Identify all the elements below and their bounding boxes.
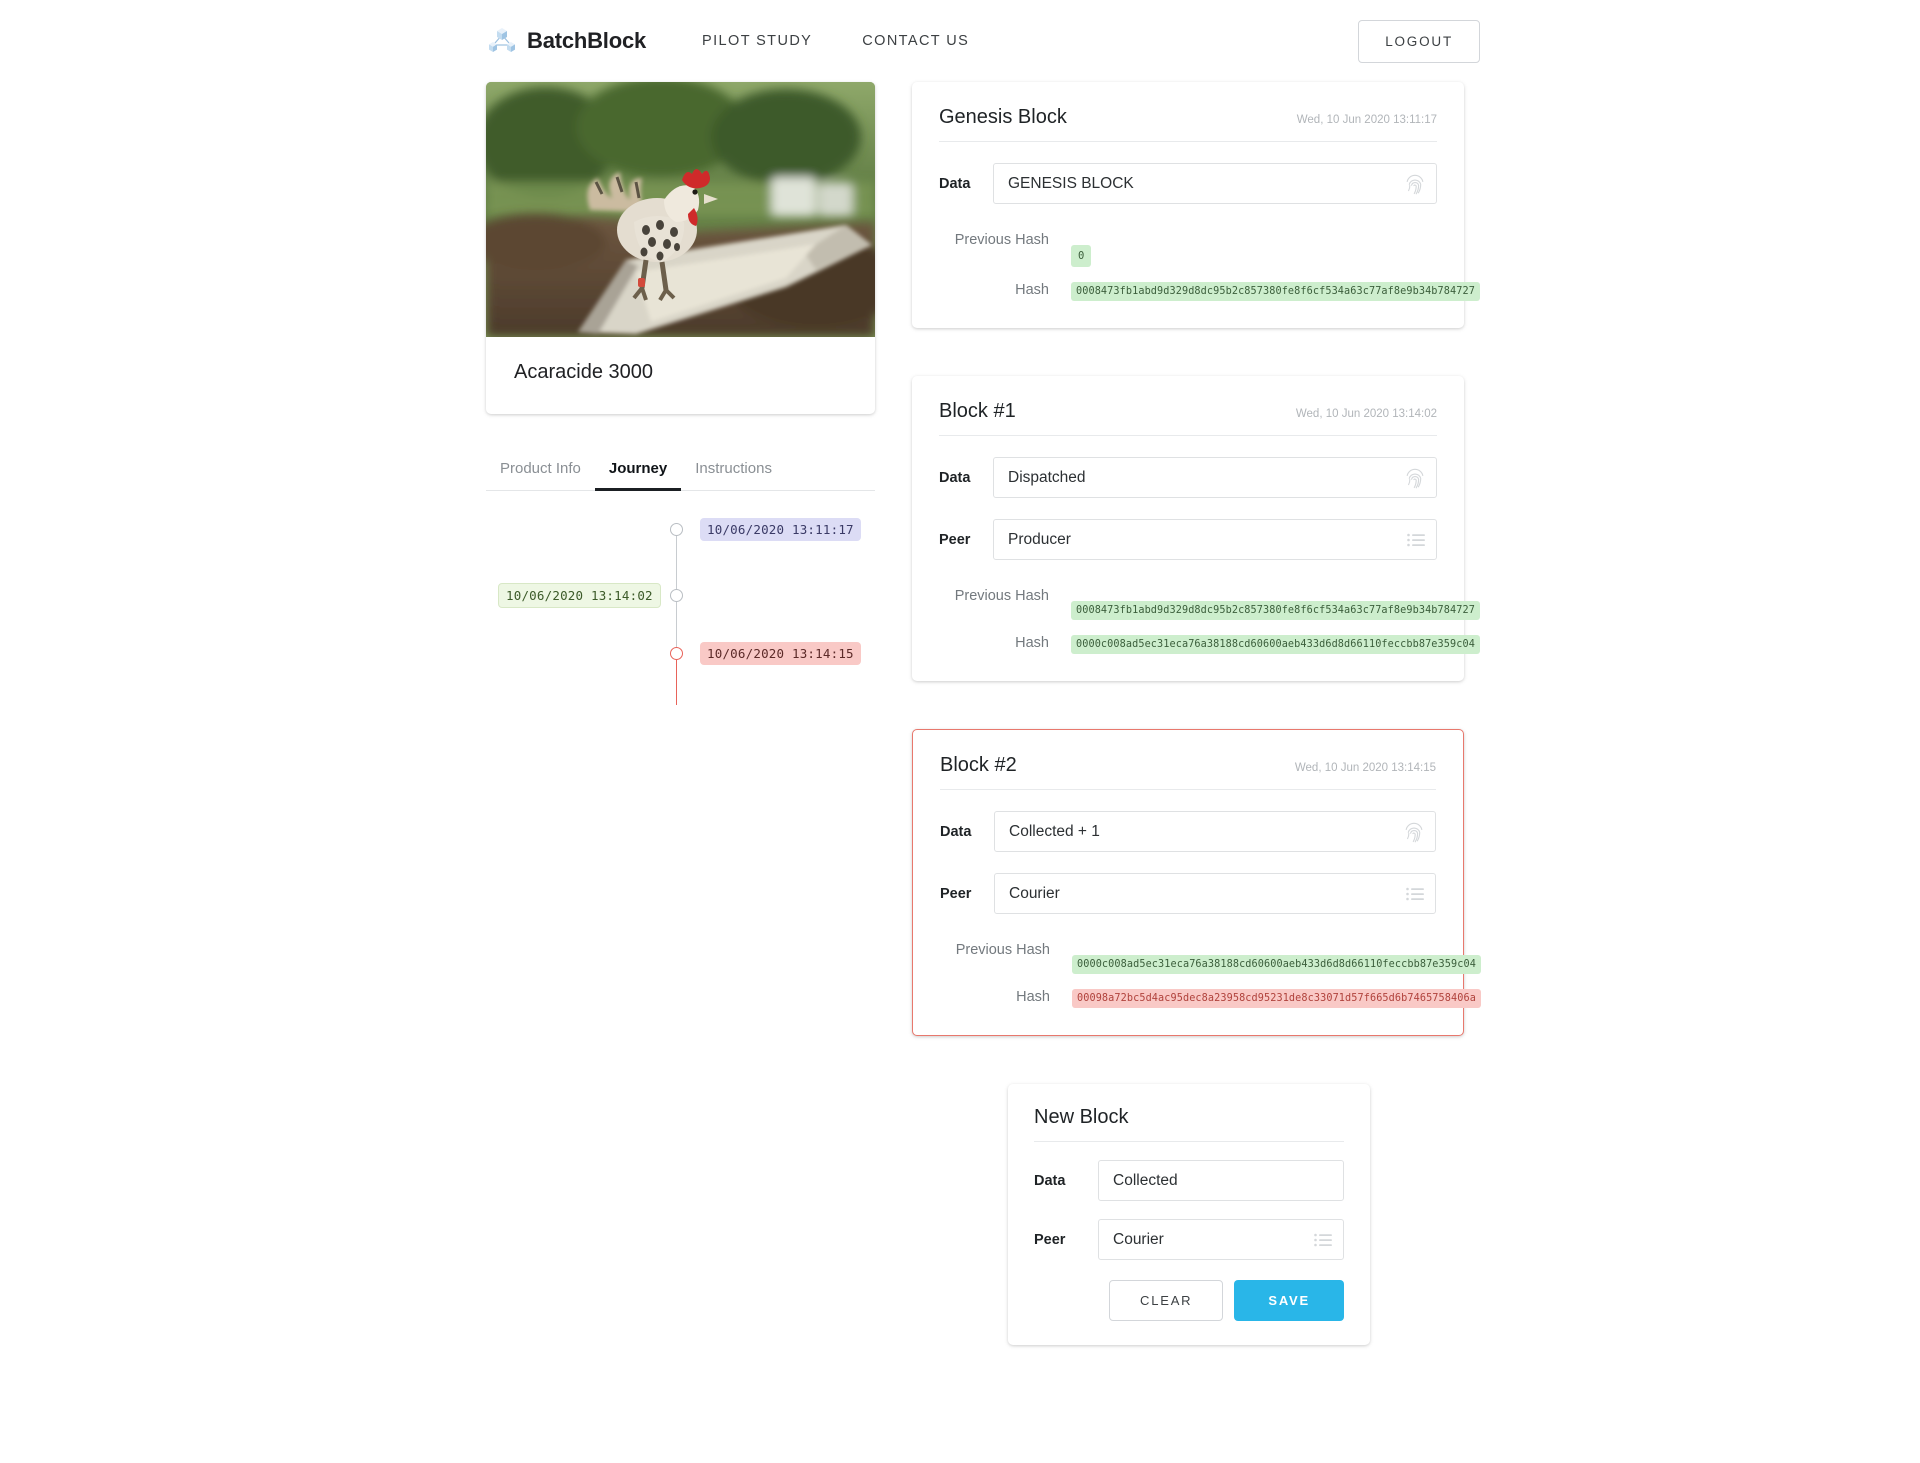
previous-hash-label: Previous Hash (954, 232, 1049, 248)
page-body: Acaracide 3000 Product Info Journey Inst… (0, 82, 1920, 1345)
peer-field-label: Peer (940, 885, 972, 902)
timeline-node-1[interactable] (670, 523, 683, 536)
data-input[interactable]: Dispatched (993, 457, 1437, 498)
new-block-data-value: Collected (1113, 1171, 1178, 1189)
data-input[interactable]: Collected + 1 (994, 811, 1436, 852)
data-field-label: Data (939, 175, 971, 192)
new-block-section: New Block Data Collected Peer Courier CL… (0, 1084, 1920, 1345)
data-field-label: Data (940, 823, 972, 840)
block-card-1: Block #1 Wed, 10 Jun 2020 13:14:02 Data … (912, 376, 1480, 681)
hash-row: Hash 00098a72bc5d4ac95dec8a23958cd95231d… (940, 988, 1481, 1008)
timeline-axis-invalid (676, 653, 677, 705)
new-block-data-label: Data (1034, 1172, 1066, 1189)
previous-hash-value: 0000c008ad5ec31eca76a38188cd60600aeb433d… (1072, 955, 1481, 974)
fingerprint-icon (1405, 466, 1425, 490)
hash-label: Hash (1015, 282, 1049, 298)
block-header: Genesis Block Wed, 10 Jun 2020 13:11:17 (939, 106, 1437, 142)
data-input[interactable]: GENESIS BLOCK (993, 163, 1437, 204)
peer-select-value: Courier (1009, 884, 1060, 902)
new-block-card: New Block Data Collected Peer Courier CL… (1008, 1084, 1370, 1345)
timeline-node-3[interactable] (670, 647, 683, 660)
new-block-title: New Block (1034, 1106, 1344, 1142)
hash-value: 0008473fb1abd9d329d8dc95b2c857380fe8f6cf… (1071, 282, 1480, 301)
previous-hash-value: 0008473fb1abd9d329d8dc95b2c857380fe8f6cf… (1071, 601, 1480, 620)
clear-button[interactable]: CLEAR (1109, 1280, 1224, 1321)
previous-hash-value: 0 (1071, 245, 1092, 267)
peer-select-value: Producer (1008, 530, 1071, 548)
list-icon (1314, 1233, 1332, 1247)
previous-hash-row: Previous Hash 0008473fb1abd9d329d8dc95b2… (939, 586, 1480, 620)
block-timestamp: Wed, 10 Jun 2020 13:11:17 (1296, 114, 1437, 126)
data-field-label: Data (939, 469, 971, 486)
product-tabs: Product Info Journey Instructions (486, 450, 875, 491)
tab-journey[interactable]: Journey (594, 450, 682, 491)
product-card: Acaracide 3000 (486, 82, 875, 414)
peer-select[interactable]: Courier (994, 873, 1436, 914)
brand-name: BatchBlock (527, 28, 647, 53)
previous-hash-row: Previous Hash 0000c008ad5ec31eca76a38188… (940, 940, 1481, 974)
timeline-event-3-label: 10/06/2020 13:14:15 (700, 642, 861, 665)
journey-timeline: 10/06/2020 13:11:17 10/06/2020 13:14:02 … (486, 518, 875, 719)
data-input-value: GENESIS BLOCK (1008, 174, 1134, 192)
block-title: Genesis Block (939, 106, 1067, 128)
timeline-node-2[interactable] (670, 589, 683, 602)
hash-row: Hash 0000c008ad5ec31eca76a38188cd60600ae… (939, 634, 1480, 654)
data-field-row: Data Collected + 1 (940, 811, 1436, 852)
nav-link-contact-us[interactable]: CONTACT US (862, 33, 969, 49)
logout-button[interactable]: LOGOUT (1358, 19, 1480, 63)
new-block-peer-select[interactable]: Courier (1098, 1219, 1344, 1260)
block-timestamp: Wed, 10 Jun 2020 13:14:15 (1294, 762, 1436, 774)
block-card-2: Block #2 Wed, 10 Jun 2020 13:14:15 Data … (912, 729, 1481, 1036)
block-header: Block #1 Wed, 10 Jun 2020 13:14:02 (939, 400, 1437, 436)
peer-field-label: Peer (939, 531, 971, 548)
data-field-row: Data GENESIS BLOCK (939, 163, 1437, 204)
tab-instructions[interactable]: Instructions (681, 450, 786, 491)
hash-value: 00098a72bc5d4ac95dec8a23958cd95231de8c33… (1072, 989, 1481, 1008)
block-timestamp: Wed, 10 Jun 2020 13:14:02 (1295, 408, 1437, 420)
top-navigation-bar: BatchBlock PILOT STUDY CONTACT US LOGOUT (0, 0, 1920, 82)
fingerprint-icon (1405, 172, 1425, 196)
new-block-actions: CLEAR SAVE (1034, 1280, 1344, 1321)
peer-field-row: Peer Courier (940, 873, 1436, 914)
data-input-value: Collected + 1 (1009, 822, 1100, 840)
blockchain-panel: Genesis Block Wed, 10 Jun 2020 13:11:17 … (912, 82, 1481, 1084)
hash-row: Hash 0008473fb1abd9d329d8dc95b2c857380fe… (939, 281, 1480, 301)
block-header: Block #2 Wed, 10 Jun 2020 13:14:15 (940, 754, 1436, 790)
new-block-peer-label: Peer (1034, 1231, 1066, 1248)
block-card-genesis: Genesis Block Wed, 10 Jun 2020 13:11:17 … (912, 82, 1480, 328)
product-panel: Acaracide 3000 Product Info Journey Inst… (486, 82, 875, 719)
product-photo (486, 82, 875, 337)
new-block-peer-value: Courier (1113, 1230, 1164, 1248)
cube-network-icon (486, 25, 518, 57)
block-title: Block #2 (940, 754, 1017, 776)
save-button[interactable]: SAVE (1234, 1280, 1344, 1321)
hash-value: 0000c008ad5ec31eca76a38188cd60600aeb433d… (1071, 635, 1480, 654)
block-title: Block #1 (939, 400, 1016, 422)
list-icon (1406, 887, 1424, 901)
data-field-row: Data Dispatched (939, 457, 1437, 498)
new-block-peer-row: Peer Courier (1034, 1219, 1344, 1260)
hash-label: Hash (1015, 635, 1049, 651)
new-block-data-input[interactable]: Collected (1098, 1160, 1344, 1201)
data-input-value: Dispatched (1008, 468, 1086, 486)
brand-logo-link[interactable]: BatchBlock (486, 25, 646, 57)
timeline-event-1-label: 10/06/2020 13:11:17 (700, 518, 861, 541)
hash-label: Hash (1016, 989, 1050, 1005)
previous-hash-label: Previous Hash (954, 588, 1049, 604)
fingerprint-icon (1404, 820, 1424, 844)
previous-hash-row: Previous Hash 0 (939, 230, 1437, 267)
timeline-event-2-label: 10/06/2020 13:14:02 (498, 583, 661, 608)
peer-field-row: Peer Producer (939, 519, 1437, 560)
product-title: Acaracide 3000 (514, 361, 653, 383)
tab-product-info[interactable]: Product Info (486, 450, 595, 491)
new-block-data-row: Data Collected (1034, 1160, 1344, 1201)
previous-hash-label: Previous Hash (955, 942, 1050, 958)
nav-link-pilot-study[interactable]: PILOT STUDY (702, 33, 812, 49)
peer-select[interactable]: Producer (993, 519, 1437, 560)
list-icon (1407, 533, 1425, 547)
